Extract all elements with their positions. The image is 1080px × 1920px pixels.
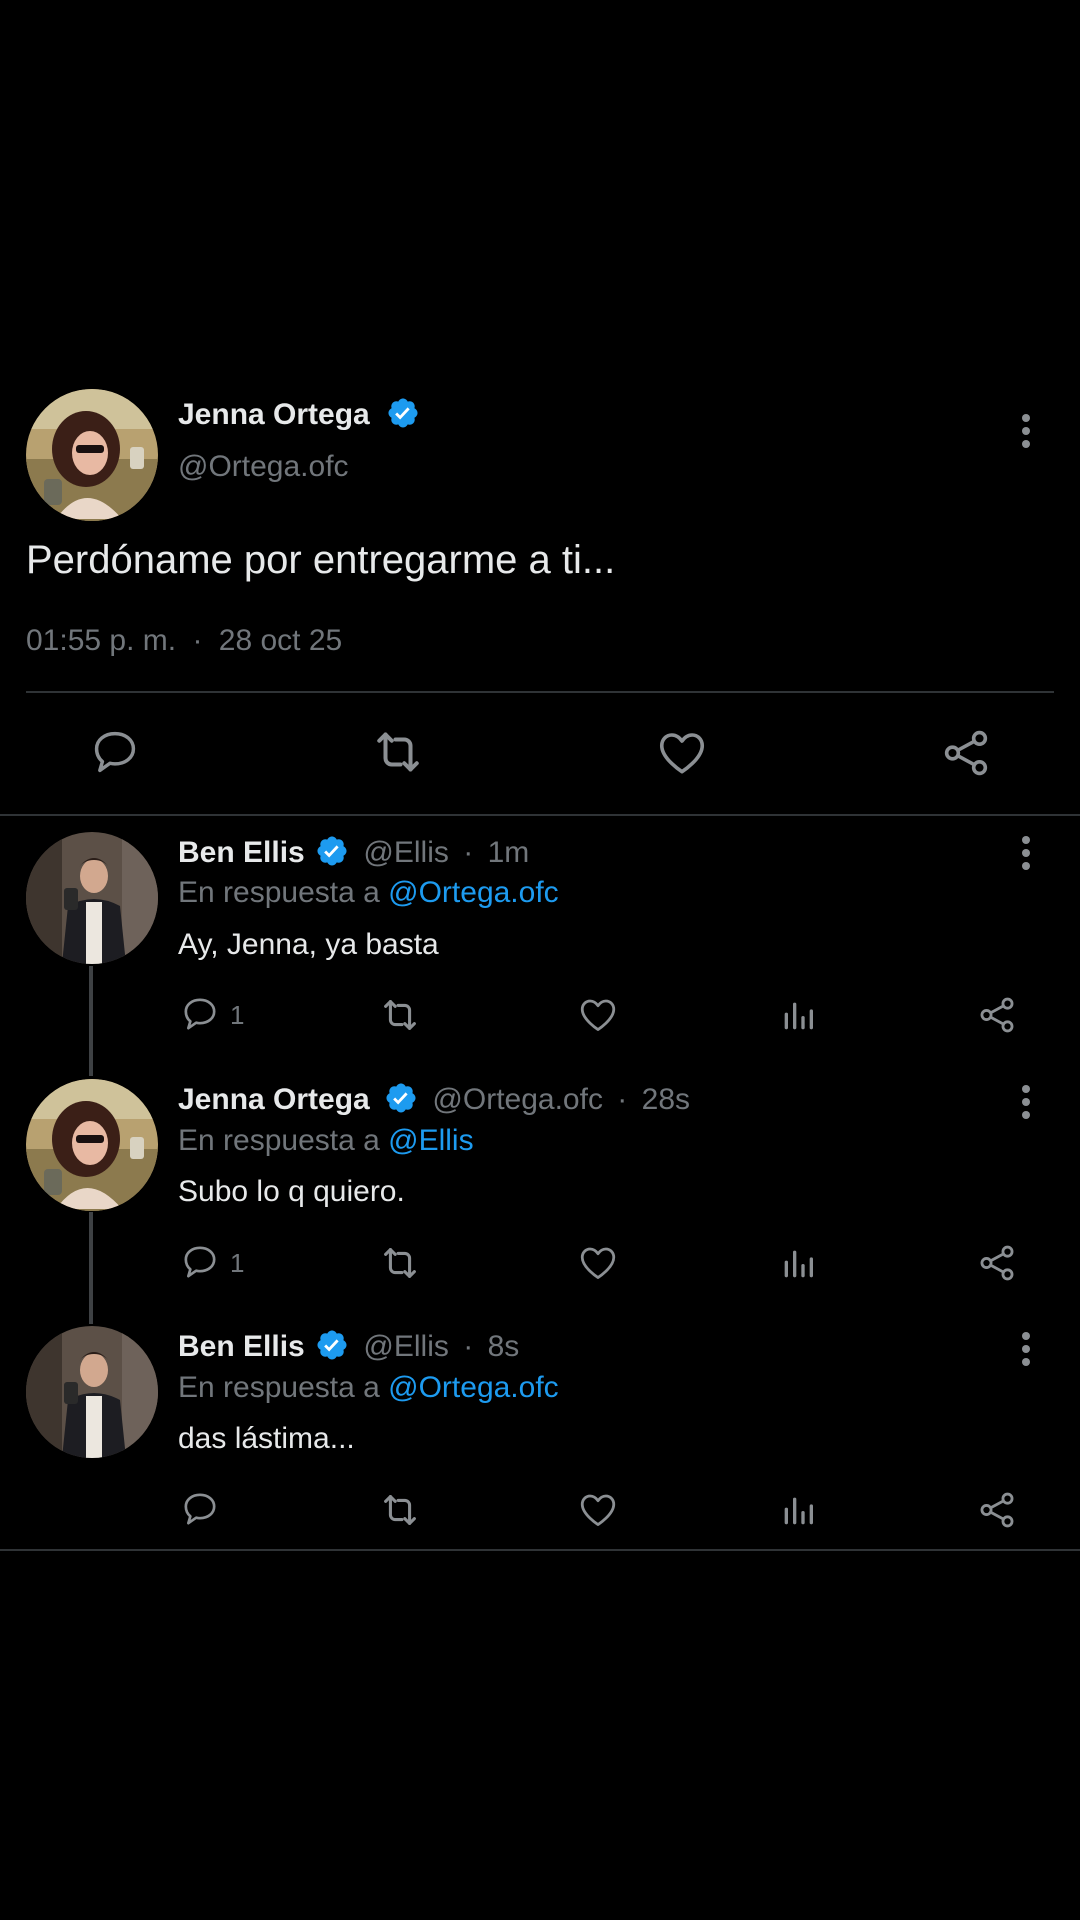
reply-context: En respuesta a @Ellis <box>178 1124 474 1158</box>
retweet-icon[interactable] <box>377 1487 423 1533</box>
reply-prefix: En respuesta a <box>178 1124 380 1157</box>
views-icon[interactable] <box>778 1244 818 1284</box>
tweet-age: 28s <box>641 1083 691 1116</box>
separator: · <box>463 836 474 869</box>
more-options-icon[interactable] <box>1021 833 1031 873</box>
tweet-text: das lástima... <box>178 1422 355 1455</box>
mention-link[interactable]: @Ellis <box>388 1124 473 1157</box>
reply-prefix: En respuesta a <box>178 1371 380 1404</box>
separator: · <box>463 1330 474 1363</box>
verified-badge-icon <box>386 396 420 430</box>
author-name[interactable]: Jenna Ortega <box>178 1083 370 1116</box>
more-options-icon[interactable] <box>1021 1082 1031 1122</box>
avatar[interactable] <box>26 1079 158 1211</box>
avatar[interactable] <box>26 1326 158 1458</box>
like-icon[interactable] <box>577 1489 619 1531</box>
reply-icon[interactable] <box>180 1489 220 1529</box>
tweet-time: 01:55 p. m. <box>26 624 177 657</box>
verified-badge-icon <box>315 834 349 868</box>
reply-context: En respuesta a @Ortega.ofc <box>178 1371 559 1405</box>
author-name[interactable]: Jenna Ortega <box>178 398 370 431</box>
more-options-icon[interactable] <box>1021 411 1031 451</box>
separator: · <box>617 1083 628 1116</box>
divider <box>0 1549 1080 1551</box>
reply-icon[interactable] <box>180 1242 220 1282</box>
author-handle[interactable]: @Ellis <box>363 1330 448 1363</box>
share-icon[interactable] <box>976 994 1018 1036</box>
divider <box>0 814 1080 816</box>
reply-prefix: En respuesta a <box>178 876 380 909</box>
tweet-text: Subo lo q quiero. <box>178 1175 405 1208</box>
more-options-icon[interactable] <box>1021 1329 1031 1369</box>
retweet-icon[interactable] <box>377 1240 423 1286</box>
thread-line <box>89 966 93 1076</box>
separator: · <box>192 624 203 657</box>
author-handle[interactable]: @Ortega.ofc <box>178 450 349 484</box>
tweet-age: 8s <box>487 1330 520 1363</box>
tweet-age: 1m <box>487 836 530 869</box>
reply-context: En respuesta a @Ortega.ofc <box>178 876 559 910</box>
author-name[interactable]: Ben Ellis <box>178 1330 305 1363</box>
like-icon[interactable] <box>655 726 709 780</box>
reply-count: 1 <box>230 1000 245 1030</box>
tweet-date: 28 oct 25 <box>218 624 343 657</box>
share-icon[interactable] <box>939 726 993 780</box>
retweet-icon[interactable] <box>377 992 423 1038</box>
author-name[interactable]: Ben Ellis <box>178 836 305 869</box>
author-handle[interactable]: @Ortega.ofc <box>432 1083 603 1116</box>
like-icon[interactable] <box>577 1242 619 1284</box>
verified-badge-icon <box>315 1328 349 1362</box>
tweet-text: Ay, Jenna, ya basta <box>178 928 439 961</box>
divider <box>26 691 1054 693</box>
tweet-text: Perdóname por entregarme a ti... <box>26 538 616 582</box>
reply-icon[interactable] <box>180 994 220 1034</box>
tweet-timestamp: 01:55 p. m. · 28 oct 25 <box>26 624 342 658</box>
mention-link[interactable]: @Ortega.ofc <box>388 876 559 909</box>
verified-badge-icon <box>384 1081 418 1115</box>
views-icon[interactable] <box>778 1491 818 1531</box>
avatar[interactable] <box>26 389 158 521</box>
share-icon[interactable] <box>976 1489 1018 1531</box>
thread-line <box>89 1212 93 1324</box>
reply-count: 1 <box>230 1248 245 1278</box>
share-icon[interactable] <box>976 1242 1018 1284</box>
author-handle[interactable]: @Ellis <box>363 836 448 869</box>
views-icon[interactable] <box>778 996 818 1036</box>
avatar[interactable] <box>26 832 158 964</box>
reply-icon[interactable] <box>89 726 141 778</box>
mention-link[interactable]: @Ortega.ofc <box>388 1371 559 1404</box>
like-icon[interactable] <box>577 994 619 1036</box>
retweet-icon[interactable] <box>368 722 428 782</box>
